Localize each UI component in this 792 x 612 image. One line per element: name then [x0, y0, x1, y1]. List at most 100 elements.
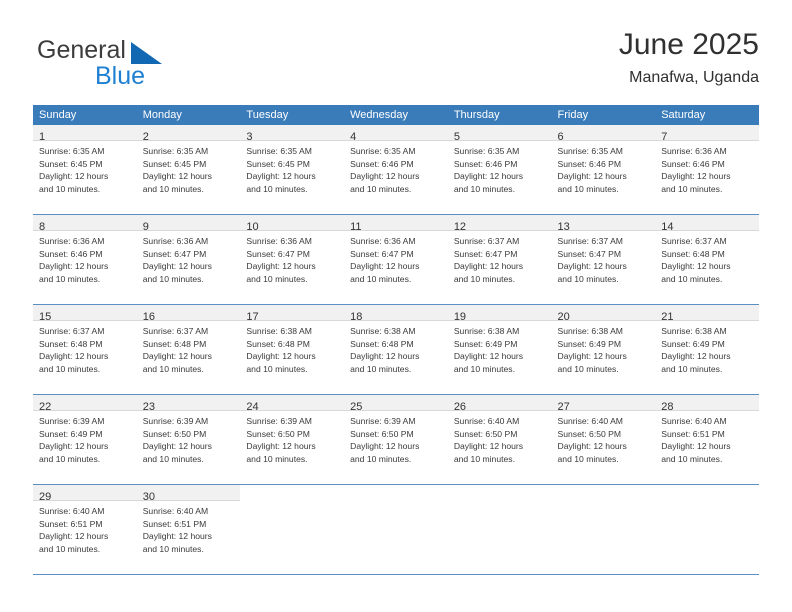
sunset-text: Sunset: 6:48 PM	[246, 338, 310, 349]
page-subtitle: Manafwa, Uganda	[629, 68, 759, 86]
daylight-text-line2: and 10 minutes.	[39, 183, 101, 194]
day-number: 22	[39, 401, 52, 413]
daylight-text-line2: and 10 minutes.	[142, 363, 204, 374]
day-number-band: 13	[551, 215, 656, 233]
day-number: 11	[350, 221, 362, 233]
page-title: June 2025	[618, 28, 759, 61]
day-cell[interactable]: 5 Sunrise: 6:35 AM Sunset: 6:46 PM Daylight…	[447, 125, 552, 215]
sunrise-text: Sunrise: 6:35 AM	[142, 146, 209, 156]
day-number: 27	[557, 401, 570, 413]
sunrise-text: Sunrise: 6:37 AM	[661, 236, 727, 246]
day-number-band: 20	[551, 305, 656, 323]
sunrise-text: Sunrise: 6:40 AM	[39, 506, 105, 516]
day-cell[interactable]: 12 Sunrise: 6:37 AM Sunset: 6:47 PM Dayligh…	[447, 215, 552, 305]
day-cell[interactable]: 9 Sunrise: 6:36 AM Sunset: 6:47 PM Daylight…	[136, 215, 241, 305]
day-cell[interactable]: 16 Sunrise: 6:37 AM Sunset: 6:48 PM Dayligh…	[136, 305, 241, 395]
day-cell[interactable]: 4 Sunrise: 6:35 AM Sunset: 6:46 PM Daylight…	[344, 125, 448, 215]
day-number-band: 23	[136, 395, 241, 413]
daylight-text-line1: Daylight: 12 hours	[350, 171, 420, 182]
daylight-text-line2: and 10 minutes.	[246, 273, 308, 284]
day-number: 4	[350, 131, 357, 143]
daylight-text-line2: and 10 minutes.	[39, 273, 101, 284]
day-cell[interactable]: 1 Sunrise: 6:35 AM Sunset: 6:45 PM Daylight…	[33, 125, 137, 215]
day-cell[interactable]: 2 Sunrise: 6:35 AM Sunset: 6:45 PM Daylight…	[136, 125, 241, 215]
day-cell[interactable]: 10 Sunrise: 6:36 AM Sunset: 6:47 PM Dayligh…	[240, 215, 345, 305]
day-cell[interactable]: 15 Sunrise: 6:37 AM Sunset: 6:48 PM Dayligh…	[33, 305, 137, 395]
weekday-header-tuesday: Tuesday	[240, 105, 345, 125]
calendar-week-row: 8 Sunrise: 6:36 AM Sunset: 6:46 PM Daylight…	[33, 215, 759, 305]
day-cell[interactable]: 27 Sunrise: 6:40 AM Sunset: 6:50 PM Dayligh…	[551, 395, 656, 485]
day-cell[interactable]: 13 Sunrise: 6:37 AM Sunset: 6:47 PM Dayligh…	[551, 215, 656, 305]
day-details: Sunrise: 6:35 AM Sunset: 6:46 PM Daylight:…	[552, 141, 656, 195]
day-number: 19	[453, 311, 467, 323]
day-cell[interactable]: 25 Sunrise: 6:39 AM Sunset: 6:50 PM Dayligh…	[344, 395, 448, 485]
sunrise-text: Sunrise: 6:35 AM	[557, 146, 623, 156]
daylight-text-line2: and 10 minutes.	[661, 273, 723, 284]
calendar-cell: 17 Sunrise: 6:38 AM Sunset: 6:48 PM Dayligh…	[240, 305, 345, 395]
day-cell[interactable]: 22 Sunrise: 6:39 AM Sunset: 6:49 PM Dayligh…	[33, 395, 137, 485]
day-cell[interactable]: 11 Sunrise: 6:36 AM Sunset: 6:47 PM Dayligh…	[344, 215, 448, 305]
day-details: Sunrise: 6:37 AM Sunset: 6:47 PM Daylight:…	[552, 231, 656, 285]
sunset-text: Sunset: 6:49 PM	[661, 338, 725, 349]
day-cell[interactable]: 24 Sunrise: 6:39 AM Sunset: 6:50 PM Dayligh…	[240, 395, 345, 485]
day-cell[interactable]: 29 Sunrise: 6:40 AM Sunset: 6:51 PM Dayligh…	[33, 485, 137, 575]
sunset-text: Sunset: 6:46 PM	[39, 248, 103, 259]
day-cell[interactable]: 3 Sunrise: 6:35 AM Sunset: 6:45 PM Daylight…	[240, 125, 345, 215]
day-number-band: 6	[551, 125, 656, 143]
sunset-text: Sunset: 6:51 PM	[39, 518, 103, 529]
day-cell[interactable]: 21 Sunrise: 6:38 AM Sunset: 6:49 PM Dayligh…	[655, 305, 759, 395]
weekday-header-wednesday: Wednesday	[344, 105, 448, 125]
day-number-band: 11	[344, 215, 448, 233]
day-cell[interactable]: 7 Sunrise: 6:36 AM Sunset: 6:46 PM Daylight…	[655, 125, 759, 215]
day-cell[interactable]: 8 Sunrise: 6:36 AM Sunset: 6:46 PM Daylight…	[33, 215, 137, 305]
sunrise-text: Sunrise: 6:38 AM	[453, 326, 520, 336]
day-cell[interactable]: 30 Sunrise: 6:40 AM Sunset: 6:51 PM Dayligh…	[136, 485, 241, 575]
day-number-band: 15	[33, 305, 137, 323]
day-details: Sunrise: 6:37 AM Sunset: 6:48 PM Daylight:…	[33, 321, 137, 375]
day-number-band: 3	[240, 125, 345, 143]
calendar-cell: 20 Sunrise: 6:38 AM Sunset: 6:49 PM Dayligh…	[551, 305, 656, 395]
day-details: Sunrise: 6:35 AM Sunset: 6:46 PM Daylight:…	[448, 141, 552, 195]
day-details: Sunrise: 6:37 AM Sunset: 6:48 PM Daylight:…	[137, 321, 241, 375]
daylight-text-line1: Daylight: 12 hours	[453, 441, 524, 452]
sunset-text: Sunset: 6:46 PM	[661, 158, 725, 169]
sunset-text: Sunset: 6:46 PM	[453, 158, 518, 169]
day-cell[interactable]: 23 Sunrise: 6:39 AM Sunset: 6:50 PM Dayligh…	[136, 395, 241, 485]
day-cell[interactable]: 28 Sunrise: 6:40 AM Sunset: 6:51 PM Dayligh…	[655, 395, 759, 485]
sunset-text: Sunset: 6:47 PM	[246, 248, 310, 259]
day-number: 14	[661, 221, 674, 233]
daylight-text-line2: and 10 minutes.	[142, 543, 204, 554]
day-number-band: 12	[447, 215, 552, 233]
day-cell[interactable]: 26 Sunrise: 6:40 AM Sunset: 6:50 PM Dayligh…	[447, 395, 552, 485]
day-cell[interactable]: 20 Sunrise: 6:38 AM Sunset: 6:49 PM Dayligh…	[551, 305, 656, 395]
day-number-band: 9	[136, 215, 241, 233]
sunset-text: Sunset: 6:46 PM	[350, 158, 414, 169]
sunrise-text: Sunrise: 6:36 AM	[661, 146, 727, 156]
day-cell[interactable]: 18 Sunrise: 6:38 AM Sunset: 6:48 PM Dayligh…	[344, 305, 448, 395]
daylight-text-line2: and 10 minutes.	[350, 453, 412, 464]
calendar-cell: 16 Sunrise: 6:37 AM Sunset: 6:48 PM Dayligh…	[136, 305, 241, 395]
brand-logo[interactable]: General Blue	[33, 28, 273, 92]
sunrise-text: Sunrise: 6:35 AM	[39, 146, 105, 156]
daylight-text-line1: Daylight: 12 hours	[142, 531, 212, 542]
daylight-text-line2: and 10 minutes.	[453, 453, 515, 464]
daylight-text-line1: Daylight: 12 hours	[350, 261, 420, 272]
sunset-text: Sunset: 6:45 PM	[39, 158, 103, 169]
day-cell[interactable]: 14 Sunrise: 6:37 AM Sunset: 6:48 PM Dayligh…	[655, 215, 759, 305]
weekday-header-sunday: Sunday	[33, 105, 137, 125]
calendar-cell: 29 Sunrise: 6:40 AM Sunset: 6:51 PM Dayligh…	[33, 485, 137, 575]
day-cell[interactable]: 6 Sunrise: 6:35 AM Sunset: 6:46 PM Daylight…	[551, 125, 656, 215]
day-number-band: 4	[344, 125, 448, 143]
day-cell[interactable]: 19 Sunrise: 6:38 AM Sunset: 6:49 PM Dayligh…	[447, 305, 552, 395]
sunrise-text: Sunrise: 6:36 AM	[246, 236, 312, 246]
sunset-text: Sunset: 6:49 PM	[557, 338, 622, 349]
calendar-cell: 13 Sunrise: 6:37 AM Sunset: 6:47 PM Dayligh…	[551, 215, 656, 305]
sunset-text: Sunset: 6:51 PM	[142, 518, 207, 529]
day-number: 21	[661, 311, 674, 323]
day-number-band: 26	[447, 395, 552, 413]
daylight-text-line2: and 10 minutes.	[246, 183, 308, 194]
calendar-cell-empty	[551, 485, 656, 575]
daylight-text-line2: and 10 minutes.	[246, 363, 308, 374]
calendar-cell: 12 Sunrise: 6:37 AM Sunset: 6:47 PM Dayligh…	[447, 215, 552, 305]
day-cell[interactable]: 17 Sunrise: 6:38 AM Sunset: 6:48 PM Dayligh…	[240, 305, 345, 395]
